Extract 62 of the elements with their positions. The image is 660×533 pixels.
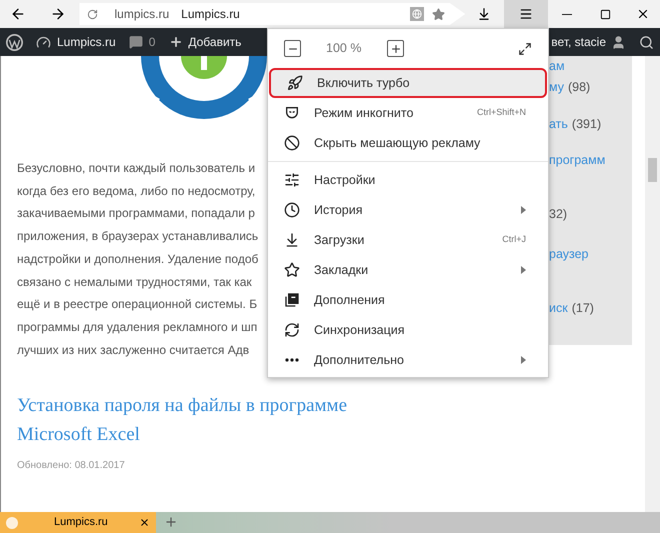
article-paragraph: Безусловно, почти каждый пользователь и когда без его ведома, либо по недосмотру, закачиваемыми программами, попадали р приложения, в браузерах устанавливались надстройки и дополнения. Удаление подоб связано с немалыми трудностями, так как ещё и в реестре операционной системы. Б программы для удаления рекламного и шп лучших из них заслуженно считается Адв (17, 160, 260, 359)
add-link[interactable]: Добавить (188, 33, 242, 51)
star-icon (284, 262, 300, 278)
menu-item[interactable]: Скрыть мешающую рекламу (268, 128, 548, 158)
menu-item[interactable]: Настройки (268, 165, 548, 195)
sliders-icon (284, 172, 300, 188)
post-count: 32) (549, 206, 568, 222)
favicon-icon (6, 516, 18, 528)
address-host: lumpics.ru (114, 6, 170, 23)
menu-item[interactable]: История (268, 195, 548, 225)
user-icon[interactable] (611, 34, 626, 50)
menu-icon (518, 7, 533, 21)
shortcut-label: Ctrl+Shift+N (476, 106, 526, 120)
menu-item[interactable]: Режим инкогнито Ctrl+Shift+N (268, 98, 548, 128)
dashboard-icon[interactable] (36, 34, 51, 50)
zoom-out-button[interactable] (284, 40, 301, 57)
bookmark-icon[interactable] (432, 8, 446, 20)
clock-icon (284, 202, 300, 218)
forward-arrow-icon (50, 6, 66, 22)
site-link[interactable]: Lumpics.ru (57, 33, 116, 51)
search-icon[interactable] (639, 34, 654, 50)
plus-icon (390, 42, 402, 54)
menu-item[interactable]: Синхронизация (268, 315, 548, 345)
menu-item[interactable]: Дополнения (268, 285, 548, 315)
reload-icon[interactable] (87, 8, 98, 20)
submenu-arrow-icon (521, 266, 526, 274)
new-tab-icon[interactable] (164, 515, 178, 529)
download-icon (477, 7, 492, 21)
address-bar[interactable]: lumpics.ru Lumpics.ru (79, 3, 466, 25)
rocket-icon (287, 75, 303, 91)
wordpress-logo-icon[interactable] (6, 34, 23, 50)
browser-tab[interactable]: Lumpics.ru (0, 512, 156, 533)
zoom-in-button[interactable] (387, 40, 404, 57)
greeting-link[interactable]: вет, stacie (551, 33, 606, 51)
post-count: (98) (568, 79, 590, 95)
menu-item[interactable]: Закладки (268, 255, 548, 285)
shortcut-label: Ctrl+J (502, 233, 526, 246)
maximize-icon (600, 8, 611, 20)
page-title: Lumpics.ru (181, 6, 240, 23)
post-count: (391) (572, 116, 602, 132)
updated-date: Обновлено: 08.01.2017 (17, 459, 126, 474)
mask-icon (284, 105, 300, 121)
comment-icon[interactable] (128, 35, 143, 49)
scrollbar-thumb[interactable] (648, 158, 657, 182)
prohibited-icon (284, 135, 300, 151)
post-count: (17) (572, 300, 594, 316)
submenu-arrow-icon (521, 356, 526, 364)
menu-item[interactable]: Загрузки Ctrl+J (268, 225, 548, 255)
plus-icon[interactable] (169, 35, 184, 49)
sync-icon (284, 322, 300, 338)
stacked-pages-icon (284, 292, 300, 308)
menu-button[interactable] (504, 0, 548, 28)
fullscreen-icon[interactable] (518, 42, 532, 56)
submenu-arrow-icon (521, 206, 526, 214)
scrollbar[interactable] (645, 56, 660, 512)
more-icon (285, 358, 299, 362)
zoom-level: 100 % (326, 40, 362, 58)
menu-item[interactable]: Дополнительно (268, 345, 548, 375)
comment-count[interactable]: 0 (148, 33, 156, 51)
close-tab-icon[interactable] (139, 517, 150, 528)
download-icon (284, 232, 300, 248)
menu-item[interactable]: Включить турбо (269, 68, 547, 98)
